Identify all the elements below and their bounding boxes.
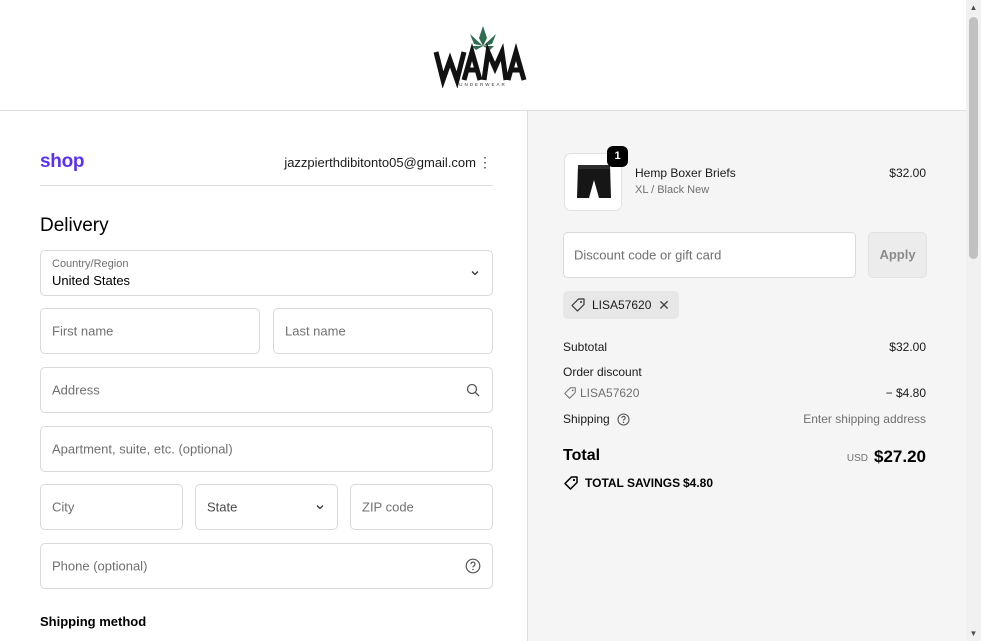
leaf-icon (470, 26, 496, 50)
state-placeholder: State (207, 499, 238, 515)
order-discount-value: − $4.80 (885, 386, 926, 400)
close-icon[interactable]: ✕ (657, 296, 671, 314)
wama-logo[interactable]: UNDERWEAR (432, 24, 534, 89)
phone-placeholder: Phone (optional) (52, 558, 148, 574)
tag-icon (564, 387, 576, 399)
help-icon[interactable] (465, 558, 481, 574)
discount-code-input[interactable]: Discount code or gift card (563, 232, 856, 278)
page-scrollbar[interactable]: ▲ ▼ (966, 0, 981, 641)
zip-field[interactable]: ZIP code (350, 484, 493, 530)
checkout-form-panel: shop jazzpierthdibitonto05@gmail.com ⋮ D… (0, 111, 527, 641)
account-divider (40, 185, 493, 186)
last-name-field[interactable]: Last name (273, 308, 493, 354)
scrollbar-thumb[interactable] (969, 17, 978, 259)
total-savings-label: TOTAL SAVINGS (585, 476, 681, 490)
scroll-down-icon[interactable]: ▼ (966, 626, 981, 641)
order-discount-code: LISA57620 (580, 386, 640, 400)
apply-button[interactable]: Apply (868, 232, 927, 278)
quantity-badge: 1 (607, 146, 628, 167)
last-name-placeholder: Last name (285, 323, 346, 339)
applied-discount-code: LISA57620 (592, 298, 652, 312)
tag-icon (571, 298, 585, 312)
apartment-placeholder: Apartment, suite, etc. (optional) (52, 441, 233, 457)
state-select[interactable]: State (195, 484, 338, 530)
order-discount-label: Order discount (563, 365, 642, 379)
search-icon (466, 383, 480, 397)
tag-icon (564, 476, 578, 490)
applied-discount-chip: LISA57620 ✕ (563, 291, 679, 319)
address-placeholder: Address (52, 382, 100, 398)
subtotal-value: $32.00 (889, 340, 926, 354)
order-summary-panel: 1 Hemp Boxer Briefs XL / Black New $32.0… (527, 111, 966, 641)
delivery-heading: Delivery (40, 215, 109, 236)
shop-pay-logo[interactable]: shop (40, 151, 84, 173)
help-icon[interactable] (617, 413, 630, 426)
account-email: jazzpierthdibitonto05@gmail.com (284, 155, 476, 170)
scroll-up-icon[interactable]: ▲ (966, 0, 981, 15)
shipping-value: Enter shipping address (803, 412, 926, 426)
first-name-field[interactable]: First name (40, 308, 260, 354)
zip-placeholder: ZIP code (362, 499, 414, 515)
country-select[interactable]: Country/Region United States (40, 250, 493, 296)
product-name: Hemp Boxer Briefs (635, 166, 736, 180)
first-name-placeholder: First name (52, 323, 114, 339)
address-field[interactable]: Address (40, 367, 493, 413)
city-placeholder: City (52, 499, 75, 515)
shipping-label: Shipping (563, 412, 610, 426)
total-amount: $27.20 (874, 447, 926, 466)
phone-field[interactable]: Phone (optional) (40, 543, 493, 589)
product-price: $32.00 (889, 166, 926, 180)
city-field[interactable]: City (40, 484, 183, 530)
kebab-icon[interactable]: ⋮ (478, 153, 492, 171)
apartment-field[interactable]: Apartment, suite, etc. (optional) (40, 426, 493, 472)
chevron-down-icon (471, 271, 479, 276)
subtotal-label: Subtotal (563, 340, 608, 354)
total-label: Total (563, 447, 601, 464)
total-savings-value: $4.80 (683, 476, 714, 490)
shipping-method-heading: Shipping method (40, 614, 147, 629)
svg-text:UNDERWEAR: UNDERWEAR (459, 82, 506, 87)
store-header: UNDERWEAR (0, 0, 966, 111)
total-currency: USD (846, 453, 868, 464)
country-value: United States (52, 273, 131, 288)
country-label: Country/Region (52, 258, 129, 270)
chevron-down-icon (316, 505, 324, 510)
product-variant: XL / Black New (635, 184, 710, 196)
discount-placeholder: Discount code or gift card (574, 247, 722, 263)
